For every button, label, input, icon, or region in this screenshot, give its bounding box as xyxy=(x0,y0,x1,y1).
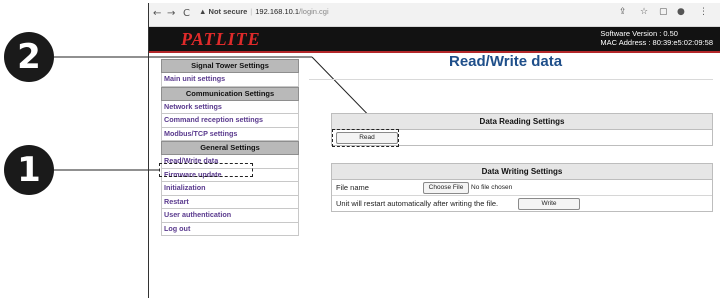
choose-file-button[interactable]: Choose File xyxy=(423,182,469,194)
menu-item-command-reception[interactable]: Command reception settings xyxy=(161,114,299,128)
callout-2-badge: 2 xyxy=(4,32,54,82)
security-label: Not secure xyxy=(208,7,248,16)
back-icon[interactable]: ← xyxy=(153,8,161,19)
menu-item-modbus[interactable]: Modbus/TCP settings xyxy=(161,127,299,141)
file-row: File name Choose File No file chosen xyxy=(332,180,712,196)
callout-1-highlight xyxy=(159,163,253,177)
menu-item-initialization[interactable]: Initialization xyxy=(161,182,299,196)
menu-header-communication: Communication Settings xyxy=(161,86,299,101)
reading-panel-title: Data Reading Settings xyxy=(332,114,712,130)
no-file-chosen: No file chosen xyxy=(471,184,513,191)
sidebar-menu: Signal Tower Settings Main unit settings… xyxy=(161,59,299,236)
menu-item-user-auth[interactable]: User authentication xyxy=(161,209,299,223)
mac-address: MAC Address : 80:39:e5:02:09:58 xyxy=(600,37,713,47)
share-icon[interactable]: ⇪ xyxy=(619,7,627,17)
menu-header-signal-tower: Signal Tower Settings xyxy=(161,59,299,73)
callout-1-badge: 1 xyxy=(4,145,54,195)
menu-item-logout[interactable]: Log out xyxy=(161,222,299,236)
menu-header-general: General Settings xyxy=(161,141,299,155)
menu-item-restart[interactable]: Restart xyxy=(161,195,299,209)
reload-icon[interactable]: C xyxy=(183,8,190,19)
address-bar[interactable]: ▲ Not secure | 192.168.10.1/login.cgi xyxy=(199,7,329,16)
site-header: PATLITE Software Version : 0.50 MAC Addr… xyxy=(149,27,720,53)
forward-icon[interactable]: → xyxy=(167,8,175,19)
restart-note: Unit will restart automatically after wr… xyxy=(336,199,499,208)
browser-window: ← → C ▲ Not secure | 192.168.10.1/login.cg… xyxy=(148,3,720,298)
writing-panel-title: Data Writing Settings xyxy=(332,164,712,180)
warning-icon: ▲ xyxy=(199,7,207,16)
sidebar-icon[interactable]: ▢ xyxy=(659,7,668,17)
browser-toolbar: ← → C ▲ Not secure | 192.168.10.1/login.cg… xyxy=(149,3,720,27)
write-button[interactable]: Write xyxy=(518,198,580,210)
star-icon[interactable]: ☆ xyxy=(640,7,648,17)
patlite-logo: PATLITE xyxy=(181,29,261,49)
page-title: Read/Write data xyxy=(449,53,563,70)
url-host: 192.168.10.1 xyxy=(255,7,300,16)
menu-icon[interactable]: ⋮ xyxy=(699,7,708,17)
profile-icon[interactable]: ● xyxy=(677,7,685,17)
callout-2-highlight xyxy=(332,129,399,147)
menu-item-main-unit[interactable]: Main unit settings xyxy=(161,73,299,87)
menu-item-network[interactable]: Network settings xyxy=(161,100,299,114)
url-path: /login.cgi xyxy=(299,7,329,16)
restart-row: Unit will restart automatically after wr… xyxy=(332,196,712,211)
file-name-label: File name xyxy=(336,183,369,192)
title-divider xyxy=(309,79,713,80)
data-writing-panel: Data Writing Settings File name Choose F… xyxy=(331,163,713,212)
version-info: Software Version : 0.50 MAC Address : 80… xyxy=(600,29,713,48)
